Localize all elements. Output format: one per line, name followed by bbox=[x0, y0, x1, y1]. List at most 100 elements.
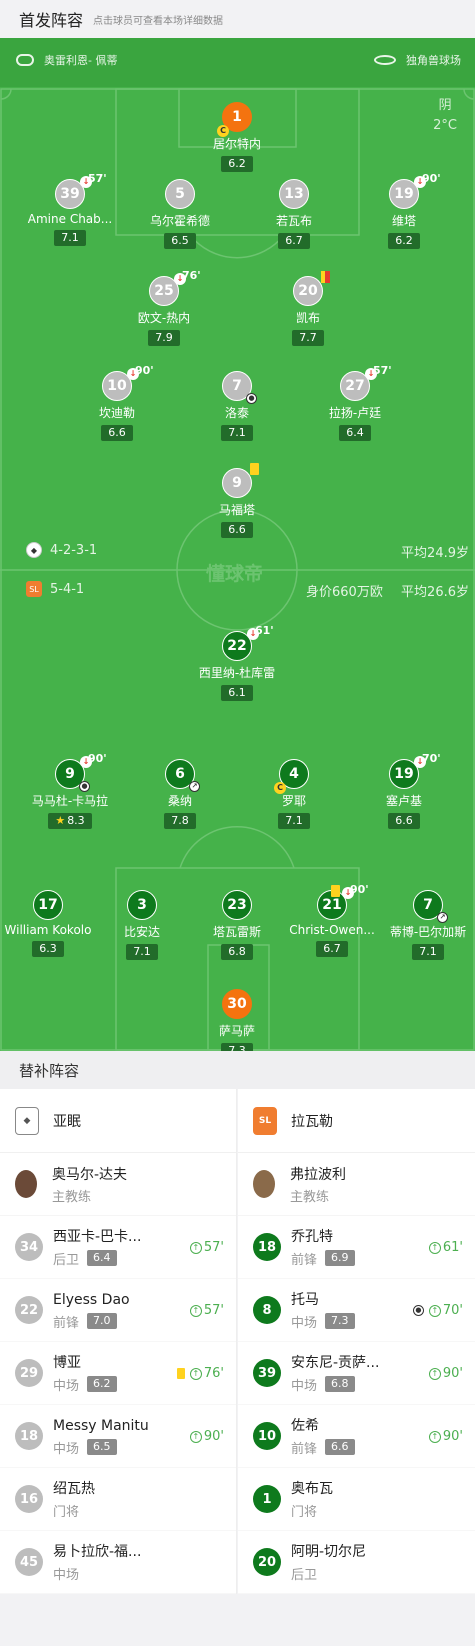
sub-player-name: 托马 bbox=[291, 1291, 319, 1308]
player-number: 17 bbox=[33, 890, 63, 920]
player-number: 25 ↓ 76' bbox=[149, 269, 201, 306]
home-player[interactable]: 7 ● 洛泰 7.1 bbox=[177, 371, 297, 441]
sub-player-row[interactable]: 18 Messy Manitu 中场 6.5 ↑ 90' bbox=[0, 1405, 236, 1468]
page-subtitle: 点击球员可查看本场详细数据 bbox=[93, 15, 224, 27]
away-player[interactable]: 6 ↗ 桑纳 7.8 bbox=[120, 759, 240, 829]
away-player[interactable]: 30 萨马萨 7.3 bbox=[177, 989, 297, 1051]
away-formation: SL 5-4-1 bbox=[26, 581, 84, 597]
venue-name: 独角兽球场 bbox=[406, 54, 461, 67]
sub-in-icon: ↑ bbox=[189, 1430, 202, 1443]
away-subs: SL 拉瓦勒 弗拉波利 主教练 18 乔孔特 前锋 6.9 ↑ 61' 8 托马 中场 7.3 ● ↑… bbox=[238, 1089, 475, 1594]
sub-player-row[interactable]: 29 博亚 中场 6.2 ↑ 76' bbox=[0, 1342, 236, 1405]
player-number: 1C bbox=[217, 102, 252, 137]
home-player[interactable]: 27 ↓ 57' 拉扬-卢廷 6.4 bbox=[295, 364, 415, 441]
player-name: 欧文-热内 bbox=[137, 311, 191, 325]
player-rating: 6.7 bbox=[316, 941, 348, 957]
home-team-row[interactable]: ◆ 亚眠 bbox=[0, 1089, 236, 1153]
sub-player-name: 佐希 bbox=[291, 1417, 319, 1434]
player-number: 10 ↓ 90' bbox=[102, 364, 154, 401]
player-name: 桑纳 bbox=[167, 794, 192, 808]
sub-player-row[interactable]: 10 佐希 前锋 6.6 ↑ 90' bbox=[238, 1405, 475, 1468]
player-rating: 6.1 bbox=[221, 685, 253, 701]
away-player[interactable]: 7 ↗ 蒂博-巴尔加斯 7.1 bbox=[368, 890, 475, 960]
second-yellow-red-card-icon bbox=[321, 271, 330, 283]
sub-player-number: 22 bbox=[15, 1296, 43, 1324]
sub-player-row[interactable]: 34 西亚卡-巴卡... 后卫 6.4 ↑ 57' bbox=[0, 1216, 236, 1279]
away-team-row[interactable]: SL 拉瓦勒 bbox=[238, 1089, 475, 1153]
player-number: 7 ↗ bbox=[413, 890, 448, 923]
away-player[interactable]: 22 ↓ 61' 西里纳-杜库雷 6.1 bbox=[177, 624, 297, 701]
home-player[interactable]: 1 C 居尔特内 6.2 bbox=[177, 102, 297, 172]
sub-player-rating: 6.9 bbox=[325, 1250, 355, 1266]
sub-event: ↑ 90' bbox=[428, 1366, 463, 1381]
away-avg-age: 平均26.6岁 bbox=[401, 585, 469, 600]
player-rating: 7.8 bbox=[164, 813, 196, 829]
home-player[interactable]: 39 ↓ 57' Amine Chab... 7.1 bbox=[10, 172, 130, 246]
sub-time: 90' bbox=[350, 883, 369, 896]
player-rating: 6.6 bbox=[388, 813, 420, 829]
player-rating: 7.1 bbox=[126, 944, 158, 960]
page-title: 首发阵容 bbox=[19, 11, 84, 30]
away-player[interactable]: 4 C 罗耶 7.1 bbox=[234, 759, 354, 829]
sub-player-row[interactable]: 45 易卜拉欣-福... 中场 bbox=[0, 1531, 236, 1594]
sub-player-row[interactable]: 8 托马 中场 7.3 ● ↑ 70' bbox=[238, 1279, 475, 1342]
home-player[interactable]: 10 ↓ 90' 坎迪勒 6.6 bbox=[57, 364, 177, 441]
sub-player-name: Messy Manitu bbox=[53, 1417, 149, 1434]
away-value: 身价660万欧 bbox=[306, 585, 383, 600]
away-player[interactable]: 19 ↓ 70' 塞卢基 6.6 bbox=[344, 752, 464, 829]
sub-event: ↑ 90' bbox=[189, 1429, 224, 1444]
away-coach[interactable]: 弗拉波利 主教练 bbox=[238, 1153, 475, 1216]
player-number: 9 ● ↓ 90' bbox=[55, 752, 107, 792]
sub-player-row[interactable]: 1 奥布瓦 门将 bbox=[238, 1468, 475, 1531]
player-rating: 7.3 bbox=[221, 1043, 253, 1051]
sub-in-time: 90' bbox=[442, 1366, 463, 1381]
player-number: 19 ↓ 90' bbox=[389, 172, 441, 209]
away-formation-label: 5-4-1 bbox=[50, 581, 85, 597]
sub-player-number: 39 bbox=[253, 1359, 281, 1387]
sub-time: 70' bbox=[422, 752, 441, 765]
player-number: 6 ↗ bbox=[165, 759, 200, 792]
player-number: 21 ↓ 90' bbox=[317, 883, 369, 920]
sub-time: 90' bbox=[422, 172, 441, 185]
sub-player-name: 博亚 bbox=[53, 1354, 81, 1371]
home-coach[interactable]: 奥马尔-达夫 主教练 bbox=[0, 1153, 236, 1216]
sub-player-row[interactable]: 18 乔孔特 前锋 6.9 ↑ 61' bbox=[238, 1216, 475, 1279]
sub-player-row[interactable]: 39 安东尼-贡萨... 中场 6.8 ↑ 90' bbox=[238, 1342, 475, 1405]
sub-event: ↑ 76' bbox=[176, 1366, 224, 1381]
home-player[interactable]: 5 乌尔霍希德 6.5 bbox=[120, 179, 240, 249]
sub-player-position: 前锋 bbox=[291, 1441, 318, 1457]
player-name: 萨马萨 bbox=[218, 1024, 255, 1038]
home-player[interactable]: 9 马福塔 6.6 bbox=[177, 463, 297, 538]
sub-player-row[interactable]: 22 Elyess Dao 前锋 7.0 ↑ 57' bbox=[0, 1279, 236, 1342]
sub-player-row[interactable]: 20 阿明-切尔尼 后卫 bbox=[238, 1531, 475, 1594]
player-name: 维塔 bbox=[391, 214, 416, 228]
player-rating: 6.7 bbox=[278, 233, 310, 249]
sub-in-icon: ↑ bbox=[189, 1367, 202, 1380]
home-player[interactable]: 20 凯布 7.7 bbox=[248, 271, 368, 346]
sub-player-name: 绍瓦热 bbox=[53, 1480, 95, 1497]
player-name: 蒂博-巴尔加斯 bbox=[389, 925, 467, 939]
sub-time: 61' bbox=[255, 624, 274, 637]
home-player[interactable]: 13 若瓦布 6.7 bbox=[234, 179, 354, 249]
player-number: 27 ↓ 57' bbox=[340, 364, 392, 401]
sub-time: 57' bbox=[88, 172, 107, 185]
player-name: 塞卢基 bbox=[385, 794, 422, 808]
home-team-crest-icon: ◆ bbox=[26, 542, 42, 558]
sub-player-position: 中场 bbox=[53, 1567, 80, 1583]
sub-player-rating: 6.8 bbox=[325, 1376, 355, 1392]
sub-time: 90' bbox=[135, 364, 154, 377]
home-player[interactable]: 19 ↓ 90' 维塔 6.2 bbox=[344, 172, 464, 249]
home-player[interactable]: 25 ↓ 76' 欧文-热内 7.9 bbox=[104, 269, 224, 346]
player-number: 20 bbox=[293, 271, 330, 306]
player-rating: 6.3 bbox=[32, 941, 64, 957]
sub-player-position: 中场 bbox=[291, 1315, 318, 1331]
home-coach-role: 主教练 bbox=[52, 1189, 92, 1205]
away-team-crest-icon: SL bbox=[26, 581, 42, 597]
player-name: 马福塔 bbox=[218, 503, 255, 517]
sub-player-row[interactable]: 16 绍瓦热 门将 bbox=[0, 1468, 236, 1531]
player-name: 坎迪勒 bbox=[98, 406, 135, 420]
goal-icon: ● bbox=[246, 393, 257, 404]
away-player[interactable]: 9●↓90' 马马杜-卡马拉 8.3 bbox=[10, 752, 130, 829]
sub-player-rating: 6.6 bbox=[325, 1439, 355, 1455]
sub-event: ● ↑ 70' bbox=[412, 1303, 463, 1318]
